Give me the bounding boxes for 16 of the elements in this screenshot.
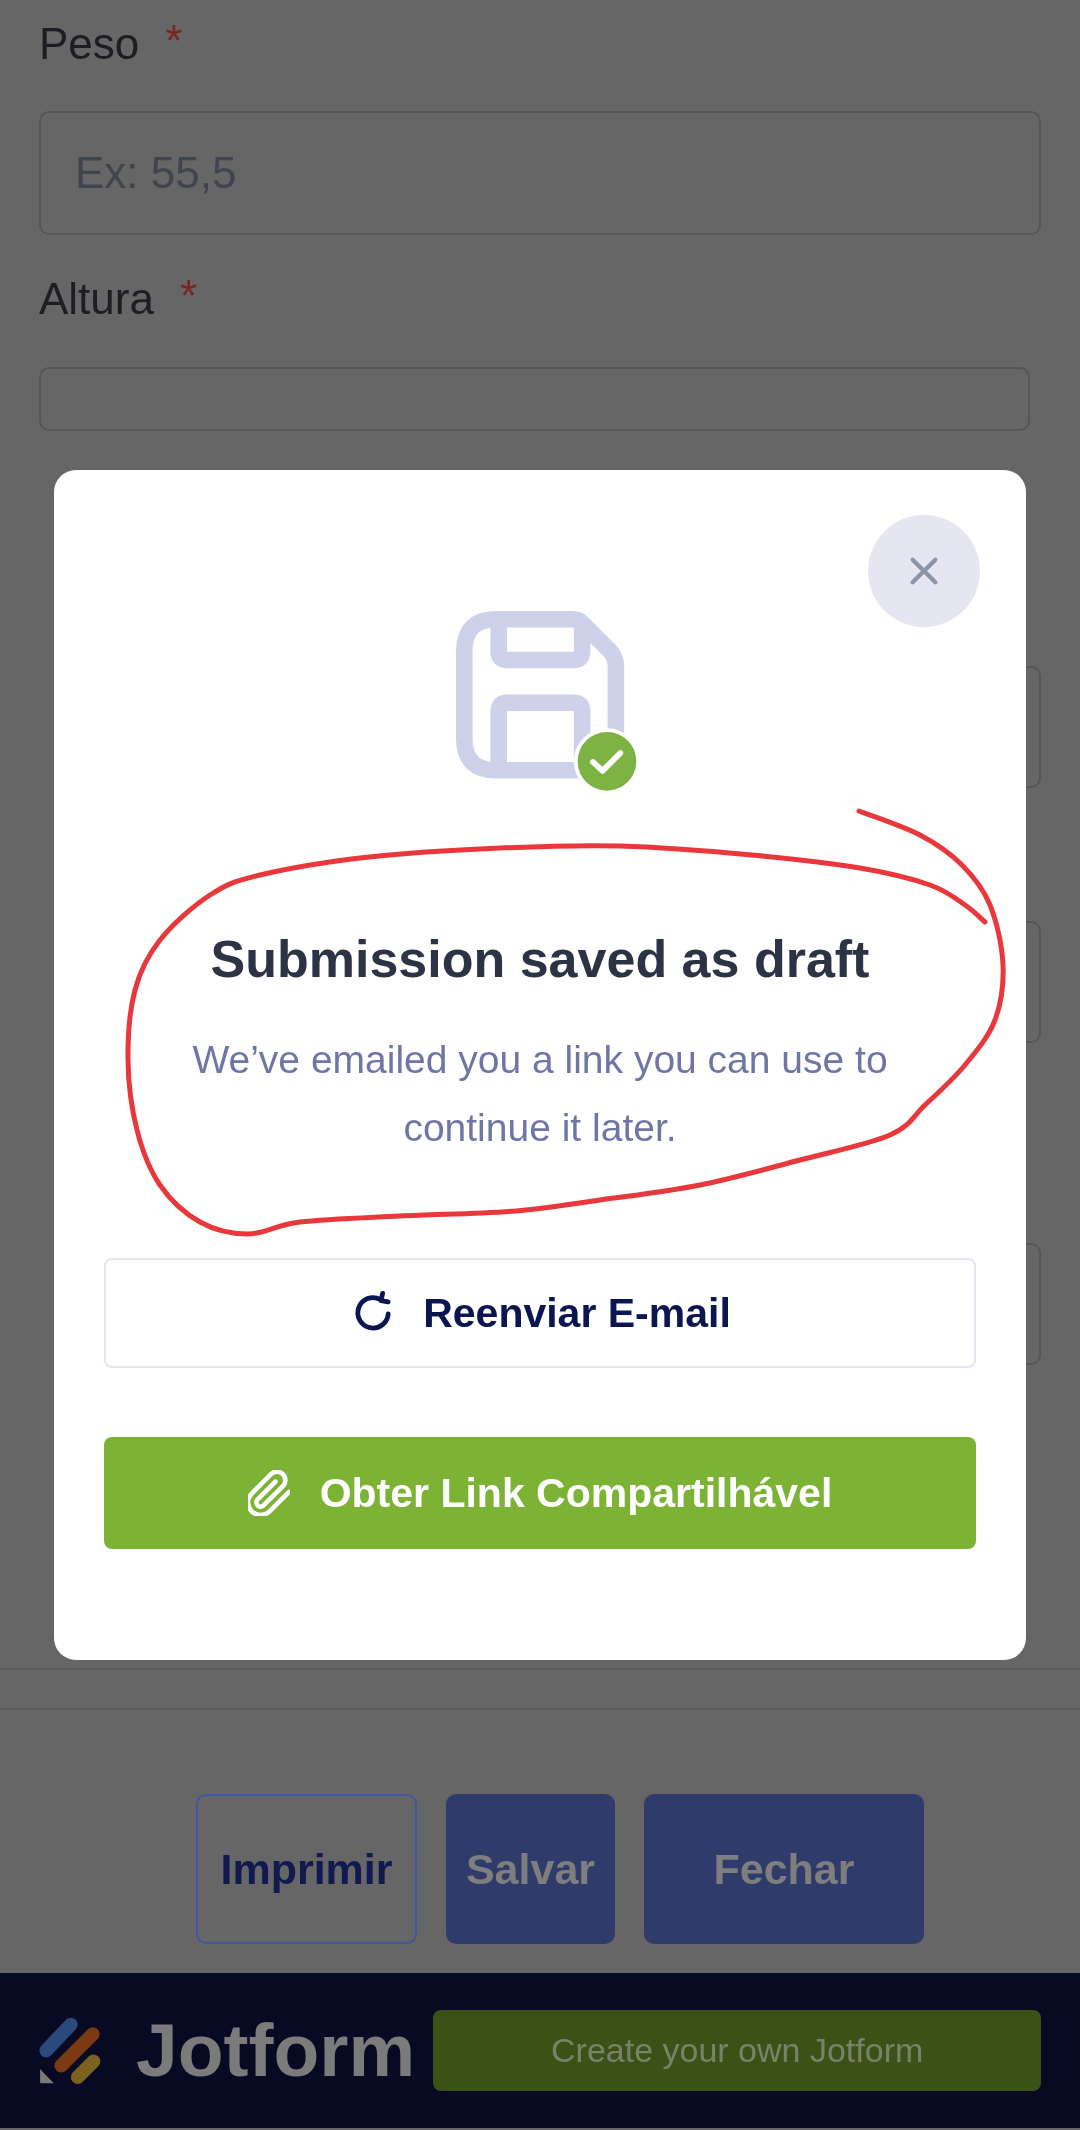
field-label: Peso bbox=[39, 18, 140, 70]
dialog-title: Submission saved as draft bbox=[210, 929, 870, 989]
share-link-button[interactable]: Obter Link Compartilhável bbox=[104, 1437, 976, 1549]
form-action-button[interactable]: Imprimir bbox=[196, 1794, 417, 1944]
resend-email-button[interactable]: Reenviar E-mail bbox=[104, 1258, 976, 1368]
create-form-button[interactable]: Create your own Jotform bbox=[433, 2010, 1042, 2091]
close-icon bbox=[907, 554, 941, 588]
logo-icon bbox=[38, 2016, 101, 2085]
paperclip-icon bbox=[247, 1470, 290, 1516]
required-mark: * bbox=[165, 16, 183, 66]
required-mark: * bbox=[179, 271, 198, 321]
brand-name: Jotform bbox=[136, 2013, 416, 2088]
dialog-message: We’ve emailed you a link you can use to continue it later. bbox=[191, 1037, 889, 1151]
field-label: Altura bbox=[39, 273, 154, 325]
form-action-button[interactable]: Fechar bbox=[644, 1794, 924, 1944]
form-action-button[interactable]: Salvar bbox=[446, 1794, 615, 1944]
